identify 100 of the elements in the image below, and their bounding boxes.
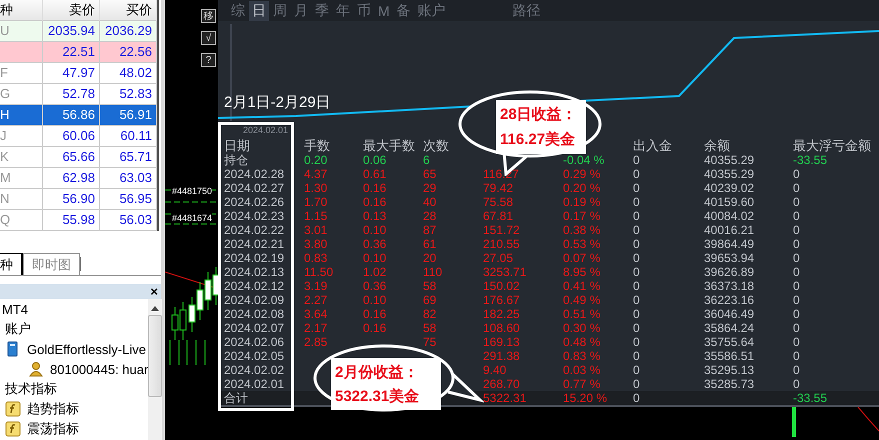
table-cell-text: 0	[793, 363, 801, 378]
table-cell-text: 2.85	[304, 335, 328, 350]
table-cell-text: 35755.64	[704, 335, 756, 350]
ask-cell[interactable]: 56.03	[100, 210, 157, 231]
row-label: 2024.02.01	[224, 377, 286, 392]
table-cell-text: 0	[633, 237, 641, 252]
table-cell-text: 110	[423, 265, 444, 280]
ask-cell[interactable]: 56.91	[100, 105, 157, 126]
ask-cell[interactable]: 63.03	[100, 168, 157, 189]
bid-cell[interactable]: 65.66	[43, 147, 100, 168]
report-tab[interactable]: 日	[249, 0, 269, 21]
panel-tab[interactable]: 种	[0, 253, 23, 275]
bid-cell[interactable]: 2035.94	[43, 21, 100, 42]
table-cell-text: 40355.29	[704, 153, 756, 168]
table-cell-text: 67.81	[483, 209, 514, 224]
ask-cell[interactable]: 60.11	[100, 126, 157, 147]
table-cell-text: 0	[793, 209, 801, 224]
table-cell-text: -33.55	[793, 391, 828, 406]
column-header[interactable]: 买价	[100, 0, 157, 21]
table-cell-text: 0.29 %	[563, 167, 602, 182]
table-cell-text: 3253.71	[483, 265, 528, 280]
tree-item[interactable]: GoldEffortlessly-Live	[27, 342, 146, 356]
tool-button[interactable]: ?	[201, 53, 216, 67]
table-cell-text: 0.83 %	[563, 349, 602, 364]
scrollbar[interactable]	[148, 299, 162, 440]
table-cell-text: 3.01	[304, 223, 328, 238]
tree-item[interactable]: 技术指标	[5, 380, 57, 398]
row-label: 2024.02.06	[224, 335, 286, 350]
bid-cell[interactable]: 60.06	[43, 126, 100, 147]
table-cell-text: 0	[793, 321, 801, 336]
table-cell-text: 35285.73	[704, 377, 756, 392]
table-cell-text: 0.20	[304, 153, 328, 168]
bid-cell[interactable]: 56.90	[43, 189, 100, 210]
table-cell-text: 87	[423, 223, 438, 238]
column-header: 最大浮亏金额	[793, 139, 872, 154]
tree-item[interactable]: 震荡指标	[27, 420, 79, 438]
bid-cell[interactable]: 22.51	[43, 42, 100, 63]
table-cell-text: 0	[633, 265, 641, 280]
table-cell-text: 169.13	[483, 335, 521, 350]
table-cell-text: 291.38	[483, 349, 521, 364]
table-cell-text: 35586.51	[704, 349, 756, 364]
table-cell-text: 1.15	[304, 209, 328, 224]
table-cell-text: 0	[633, 293, 641, 308]
tool-button[interactable]: √	[201, 31, 216, 45]
table-cell-text: 0.16	[363, 195, 388, 210]
row-label: 2024.02.27	[224, 181, 286, 196]
date-label: 2024.02.01	[242, 124, 288, 138]
tree-item[interactable]: 账户	[5, 320, 31, 338]
callout-text: 5322.31美金	[335, 386, 420, 406]
ask-cell[interactable]: 2036.29	[100, 21, 157, 42]
ask-cell[interactable]: 65.71	[100, 147, 157, 168]
table-cell-text: 0.06	[363, 153, 388, 168]
table-cell-text: 0.10	[363, 293, 388, 308]
table-cell-text: 69	[423, 293, 438, 308]
table-cell-text: 151.72	[483, 223, 521, 238]
table-cell-text: 82	[423, 307, 438, 322]
column-header[interactable]: 种	[0, 0, 43, 21]
table-cell-text: 0.41 %	[563, 279, 602, 294]
ask-cell[interactable]: 48.02	[100, 63, 157, 84]
close-button[interactable]: ×	[150, 284, 161, 299]
row-label: 2024.02.05	[224, 349, 286, 364]
column-header[interactable]: 卖价	[43, 0, 100, 21]
table-cell-text: 3.19	[304, 279, 328, 294]
bid-cell[interactable]: 55.98	[43, 210, 100, 231]
symbol-cell[interactable]	[0, 42, 43, 63]
table-cell-text: 0.61	[363, 167, 388, 182]
table-cell-text: 2.27	[304, 293, 328, 308]
tree-item[interactable]: 801000445: huar	[50, 362, 148, 376]
table-cell-text: 0.13	[363, 209, 388, 224]
table-cell-text: 20	[423, 251, 438, 266]
callout-text: 2月份收益：	[335, 362, 420, 382]
table-cell-text: 0	[793, 377, 801, 392]
symbol-cell[interactable]: H	[0, 105, 43, 126]
panel-tab[interactable]: 即时图	[23, 253, 80, 275]
bid-cell[interactable]: 47.97	[43, 63, 100, 84]
table-cell-text: 3.64	[304, 307, 328, 322]
bid-cell[interactable]: 62.98	[43, 168, 100, 189]
table-cell-text: 40016.21	[704, 223, 756, 238]
ask-cell[interactable]: 56.95	[100, 189, 157, 210]
tree-item[interactable]: 趋势指标	[27, 400, 79, 418]
row-label: 2024.02.21	[224, 237, 286, 252]
table-cell-text: 0	[793, 223, 801, 238]
table-cell-text: 0	[793, 181, 801, 196]
table-cell-text: 36046.49	[704, 307, 756, 322]
scroll-up-icon[interactable]	[151, 305, 160, 311]
indicator-icon	[5, 401, 21, 417]
row-label: 2024.02.02	[224, 363, 286, 378]
ask-cell[interactable]: 52.83	[100, 84, 157, 105]
ask-cell[interactable]: 22.56	[100, 42, 157, 63]
table-cell-text: 5322.31	[483, 391, 528, 406]
column-header: 日期	[224, 139, 251, 154]
column-header: 出入金	[633, 139, 673, 154]
table-cell-text: 15.20 %	[563, 391, 608, 406]
tree-item[interactable]: MT4	[2, 302, 28, 316]
table-cell-text: 0	[793, 307, 801, 322]
callout-text: 116.27美金	[500, 130, 576, 149]
bid-cell[interactable]: 52.78	[43, 84, 100, 105]
bid-cell[interactable]: 56.86	[43, 105, 100, 126]
table-cell-text: 0	[793, 195, 801, 210]
tool-button[interactable]: 移	[201, 9, 216, 23]
